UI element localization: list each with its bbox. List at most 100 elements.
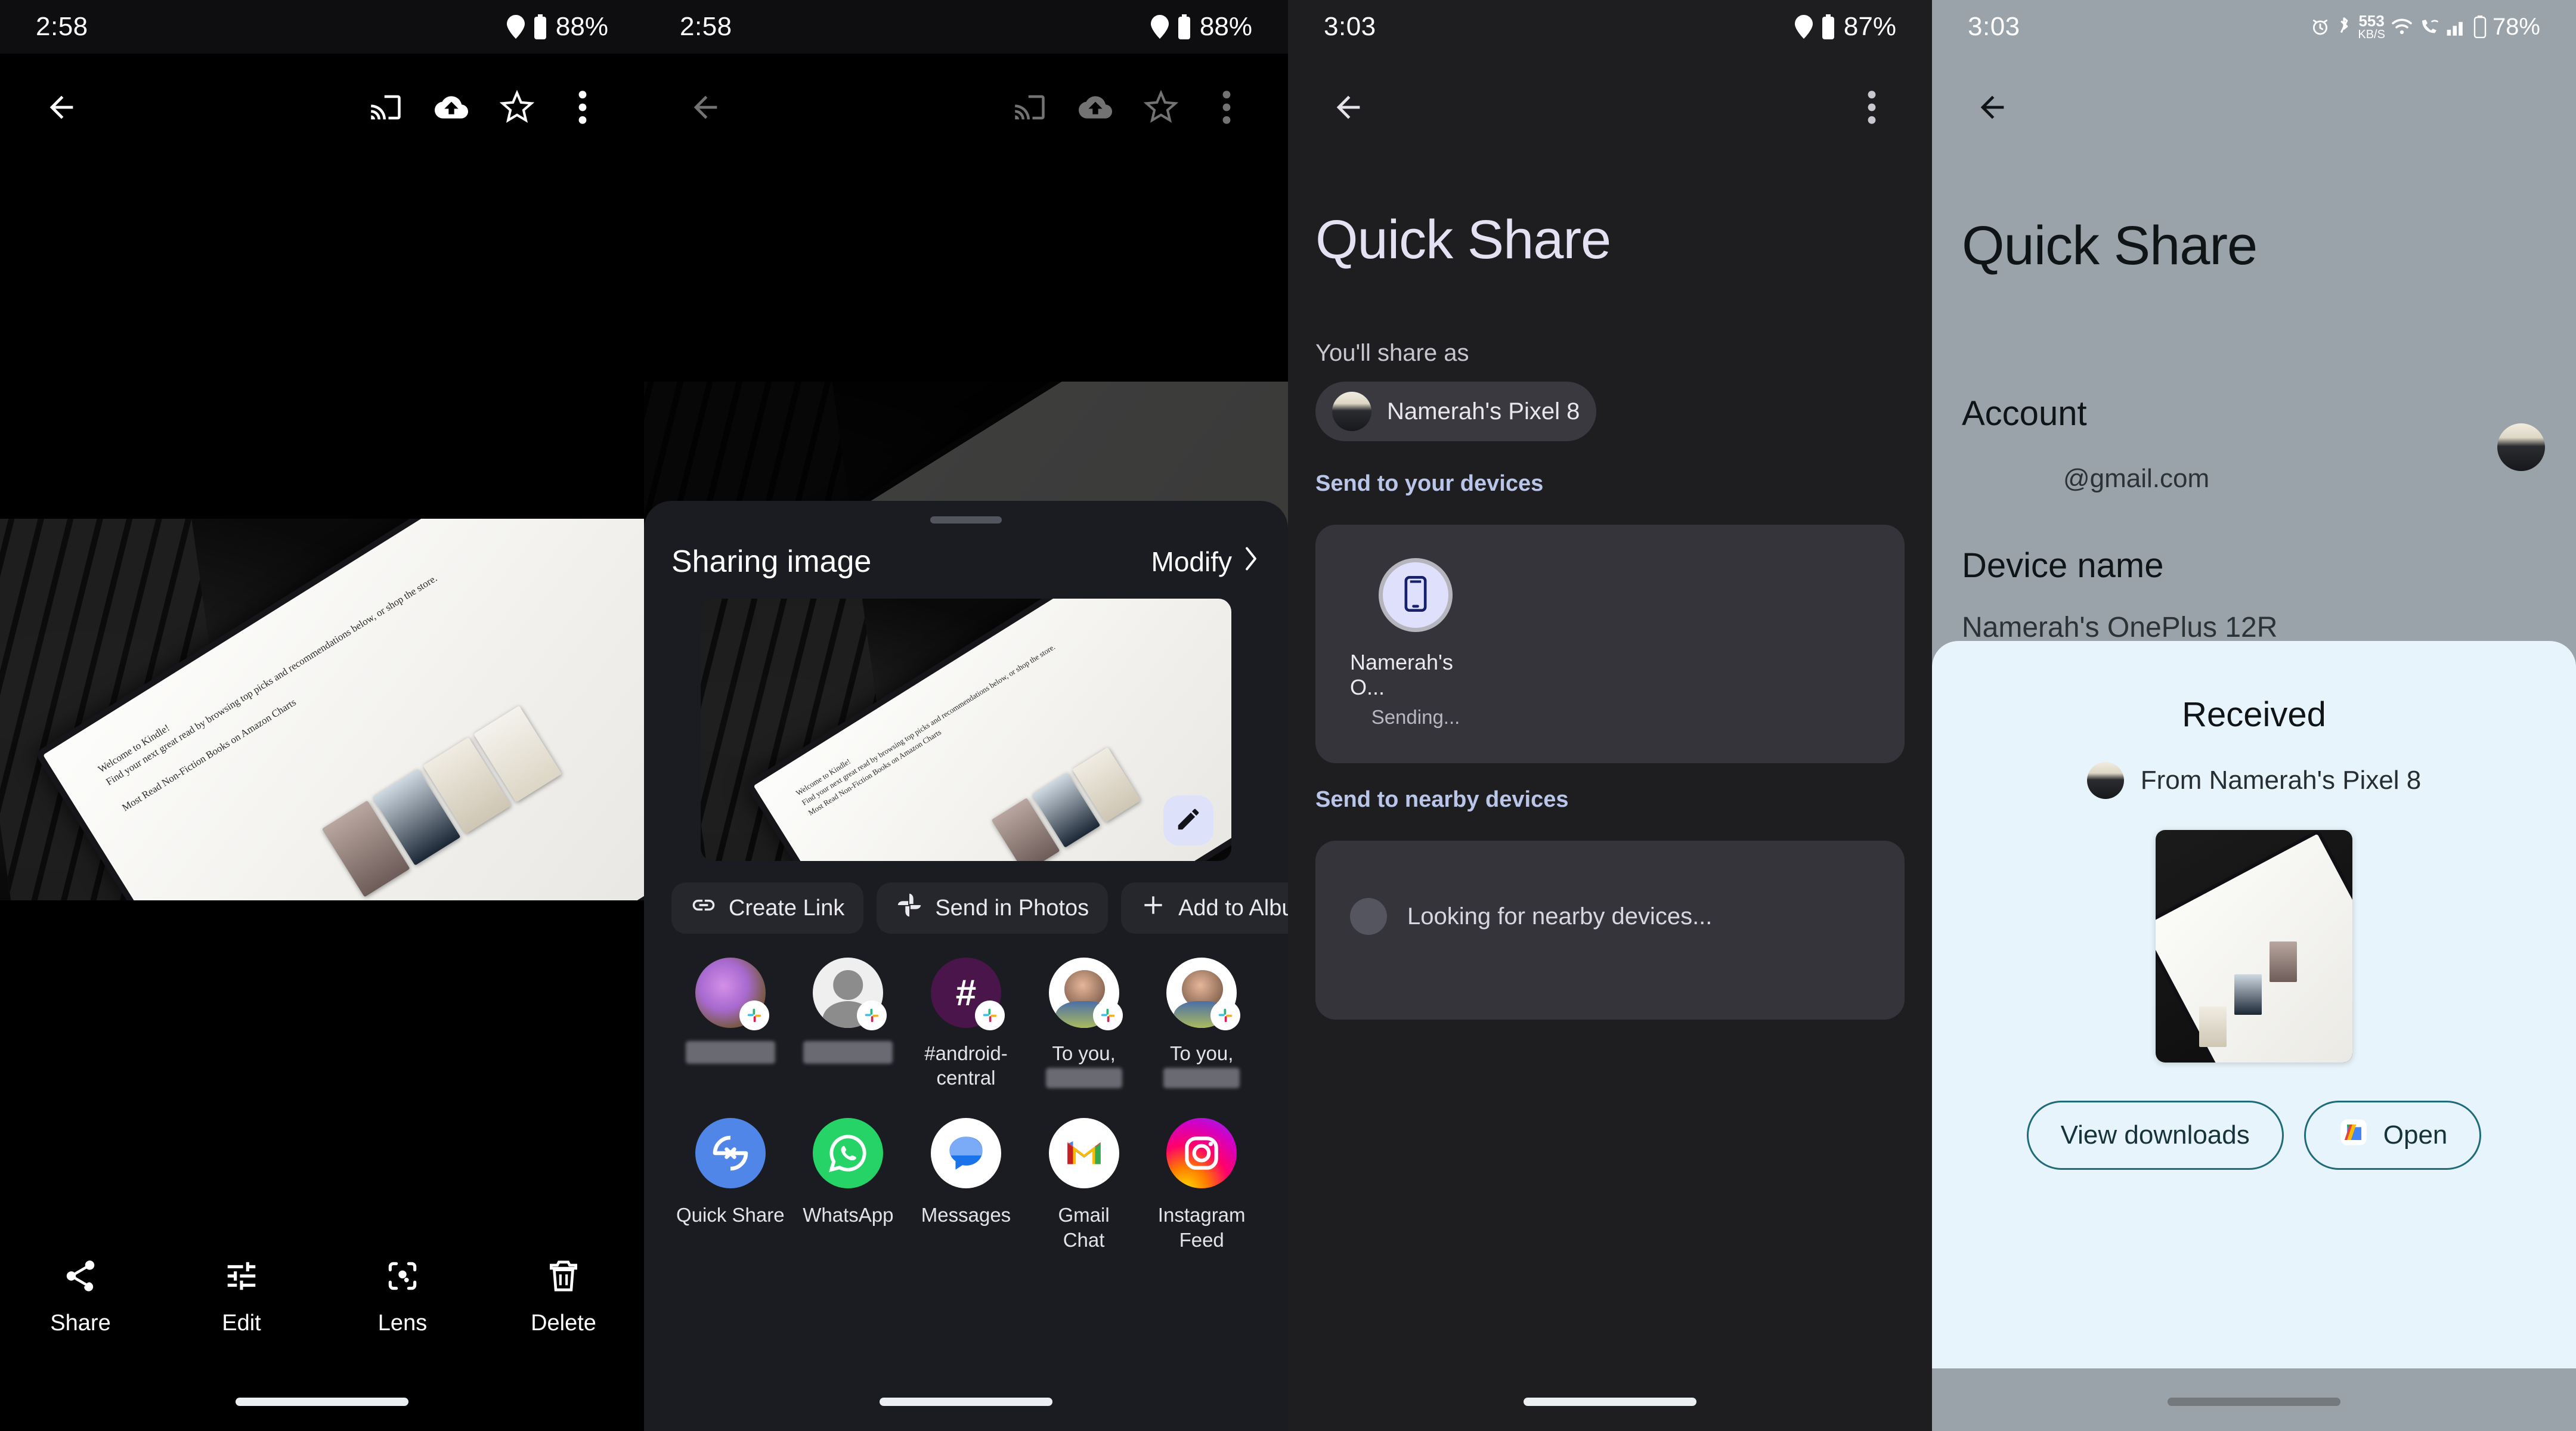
contact-subtitle bbox=[1045, 1068, 1122, 1089]
lens-button[interactable]: Lens bbox=[322, 1257, 483, 1336]
received-dialog: Received From Namerah's Pixel 8 View dow… bbox=[1932, 641, 2576, 1368]
tablet-screen bbox=[2156, 830, 2352, 1063]
panel-photo-viewer: 2:58 88% Welcome to Kindle! Find your ne… bbox=[0, 0, 644, 1431]
contact-name: #android-central bbox=[924, 1042, 1008, 1089]
back-button[interactable] bbox=[673, 75, 738, 140]
app-item-whatsapp[interactable]: WhatsApp bbox=[789, 1117, 908, 1254]
drag-handle[interactable] bbox=[930, 516, 1002, 524]
lens-icon bbox=[384, 1257, 421, 1297]
star-icon[interactable] bbox=[1128, 75, 1194, 140]
cloud-upload-icon[interactable] bbox=[1063, 75, 1128, 140]
nav-pill[interactable] bbox=[880, 1398, 1052, 1406]
device-avatar bbox=[1379, 558, 1453, 632]
battery-percent: 88% bbox=[1199, 12, 1252, 41]
more-vert-icon[interactable] bbox=[1839, 75, 1905, 140]
more-vert-icon[interactable] bbox=[550, 75, 615, 140]
cast-icon[interactable] bbox=[353, 75, 419, 140]
cloud-upload-icon[interactable] bbox=[419, 75, 484, 140]
star-icon[interactable] bbox=[484, 75, 550, 140]
app-item-messages[interactable]: Messages bbox=[907, 1117, 1025, 1254]
open-button[interactable]: Open bbox=[2303, 1101, 2482, 1170]
add-to-album-label: Add to Album bbox=[1178, 895, 1288, 921]
contact-subtitle bbox=[1163, 1068, 1240, 1089]
received-thumbnail[interactable] bbox=[2156, 830, 2352, 1063]
avatar bbox=[2086, 762, 2124, 799]
messages-icon bbox=[930, 1117, 1001, 1188]
delete-button[interactable]: Delete bbox=[483, 1257, 644, 1336]
app-label: WhatsApp bbox=[803, 1203, 894, 1226]
app-label: Messages bbox=[921, 1203, 1011, 1226]
share-sheet: Sharing image Modify Welcome to Kindle! F… bbox=[644, 501, 1288, 1431]
app-label: Instagram Feed bbox=[1157, 1203, 1246, 1252]
more-vert-icon[interactable] bbox=[1194, 75, 1259, 140]
status-time: 3:03 bbox=[1324, 12, 1376, 41]
panel-quick-share-sender: 3:03 87% Quick Share You'll share as Nam… bbox=[1288, 0, 1932, 1431]
back-button[interactable] bbox=[1315, 75, 1381, 140]
book-cover bbox=[2199, 1006, 2227, 1048]
avatar bbox=[1332, 392, 1371, 431]
battery-icon bbox=[533, 14, 547, 39]
whatsapp-icon bbox=[813, 1117, 884, 1188]
chevron-right-icon bbox=[1241, 546, 1261, 578]
nav-pill[interactable] bbox=[236, 1398, 408, 1406]
contact-name: To you, bbox=[1052, 1042, 1116, 1064]
phone-icon bbox=[1402, 575, 1429, 615]
app-item-quick-share[interactable]: Quick Share bbox=[671, 1117, 789, 1254]
open-label: Open bbox=[2383, 1120, 2448, 1150]
photo-action-bar: Share Edit Lens Delete bbox=[0, 1234, 644, 1359]
status-time: 3:03 bbox=[1968, 12, 2020, 41]
nearby-status-text: Looking for nearby devices... bbox=[1407, 903, 1713, 930]
share-label: Share bbox=[50, 1311, 111, 1336]
received-from-row: From Namerah's Pixel 8 bbox=[1932, 762, 2576, 799]
photo-content[interactable]: Welcome to Kindle! Find your next great r… bbox=[0, 519, 644, 900]
delete-icon bbox=[545, 1257, 582, 1297]
device-target[interactable]: Namerah's O... Sending... bbox=[1350, 558, 1481, 729]
create-link-label: Create Link bbox=[729, 895, 845, 921]
bluetooth-icon bbox=[2336, 16, 2352, 38]
status-bar: 2:58 88% bbox=[644, 0, 1288, 54]
slack-icon bbox=[1092, 1001, 1123, 1030]
panel-quick-share-receiver: 3:03 553 KB/S 78% Quick Share Account @g… bbox=[1932, 0, 2576, 1431]
book-cover bbox=[2234, 974, 2262, 1015]
loading-indicator-icon bbox=[1350, 898, 1387, 935]
status-time: 2:58 bbox=[680, 12, 732, 41]
contact-item[interactable]: # #android-central bbox=[907, 958, 1025, 1091]
device-name: Namerah's O... bbox=[1350, 650, 1453, 699]
contact-item[interactable] bbox=[671, 958, 789, 1091]
photos-icon bbox=[896, 891, 923, 925]
cast-icon[interactable] bbox=[997, 75, 1063, 140]
contact-item[interactable]: To you, bbox=[1143, 958, 1261, 1091]
back-button[interactable] bbox=[1959, 75, 2025, 140]
modify-button[interactable]: Modify bbox=[1151, 546, 1261, 578]
create-link-chip[interactable]: Create Link bbox=[671, 882, 864, 934]
device-status: Sending... bbox=[1371, 706, 1460, 728]
share-as-device-chip[interactable]: Namerah's Pixel 8 bbox=[1315, 382, 1597, 441]
avatar bbox=[695, 958, 769, 1030]
contact-item[interactable]: To you, bbox=[1025, 958, 1143, 1091]
send-in-photos-chip[interactable]: Send in Photos bbox=[877, 882, 1109, 934]
avatar[interactable] bbox=[2497, 423, 2545, 471]
app-item-gmail-chat[interactable]: Gmail Chat bbox=[1025, 1117, 1143, 1254]
plus-icon bbox=[1140, 892, 1166, 924]
image-preview[interactable]: Welcome to Kindle! Find your next great r… bbox=[701, 599, 1231, 861]
edit-button[interactable]: Edit bbox=[161, 1257, 322, 1336]
edit-fab[interactable] bbox=[1163, 795, 1213, 845]
share-sheet-title: Sharing image bbox=[671, 544, 872, 579]
tune-icon bbox=[223, 1257, 260, 1297]
share-as-device-name: Namerah's Pixel 8 bbox=[1387, 398, 1580, 425]
share-button[interactable]: Share bbox=[0, 1257, 161, 1336]
app-label: Quick Share bbox=[676, 1203, 785, 1226]
slack-icon bbox=[974, 1001, 1005, 1030]
back-button[interactable] bbox=[29, 75, 94, 140]
add-to-album-chip[interactable]: Add to Album bbox=[1121, 882, 1288, 934]
account-row-label: Account bbox=[1962, 394, 2087, 433]
app-item-instagram-feed[interactable]: Instagram Feed bbox=[1143, 1117, 1261, 1254]
app-label: Gmail Chat bbox=[1058, 1203, 1110, 1252]
battery-percent: 87% bbox=[1843, 12, 1896, 41]
contact-item[interactable] bbox=[789, 958, 908, 1091]
nav-pill[interactable] bbox=[1524, 1398, 1696, 1406]
nav-pill[interactable] bbox=[2168, 1398, 2340, 1406]
device-name-row-label: Device name bbox=[1962, 546, 2164, 585]
view-downloads-button[interactable]: View downloads bbox=[2026, 1101, 2284, 1170]
avatar: # bbox=[930, 958, 1005, 1030]
